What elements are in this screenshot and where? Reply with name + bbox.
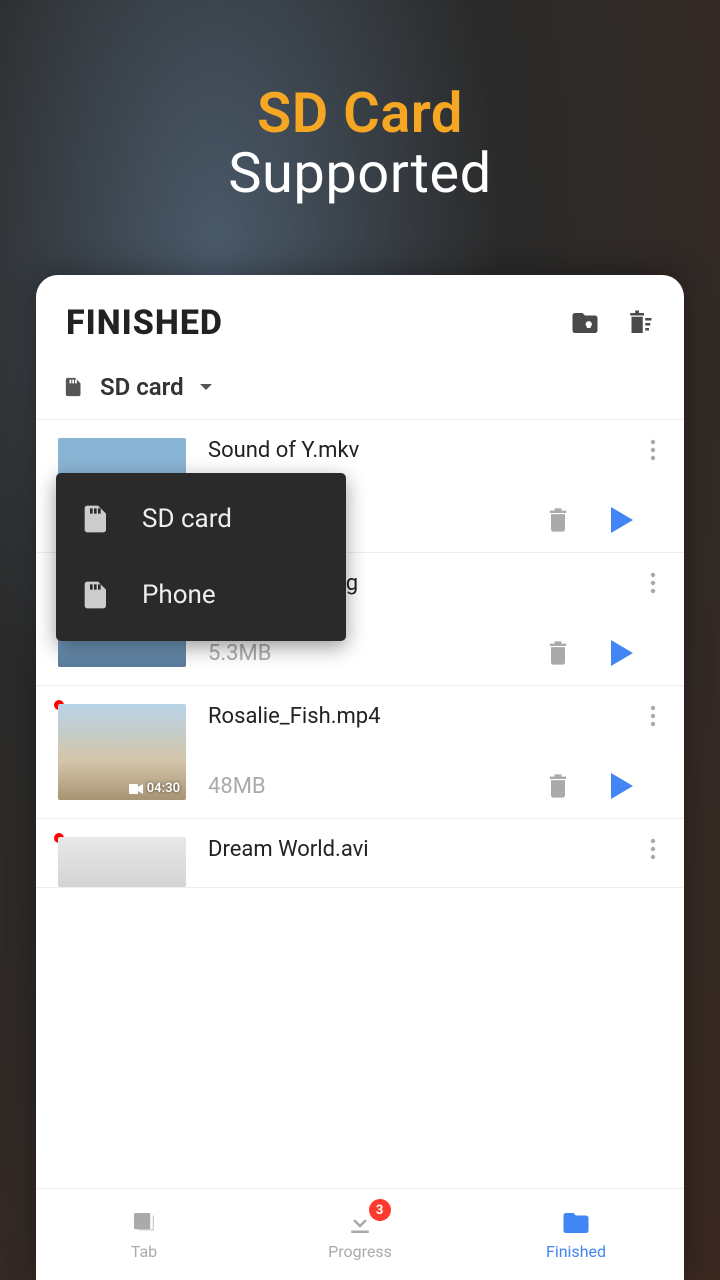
tabs-icon bbox=[129, 1208, 159, 1238]
nav-finished[interactable]: Finished bbox=[468, 1189, 684, 1280]
delete-button[interactable] bbox=[544, 639, 572, 667]
app-card: FINISHED SD card Sound of Y.mkv bbox=[36, 275, 684, 1280]
card-header: FINISHED bbox=[36, 275, 684, 361]
dropdown-item-phone[interactable]: Phone bbox=[56, 557, 346, 633]
nav-label: Progress bbox=[328, 1242, 392, 1261]
file-thumbnail[interactable]: 04:30 bbox=[58, 704, 186, 800]
list-item: Dream World.avi bbox=[36, 819, 684, 888]
nav-progress[interactable]: Progress 3 bbox=[252, 1189, 468, 1280]
play-icon bbox=[611, 507, 633, 533]
dropdown-item-sd-card[interactable]: SD card bbox=[56, 481, 346, 557]
hero-subtitle: Supported bbox=[0, 140, 720, 206]
file-name: Sound of Y.mkv bbox=[208, 438, 636, 463]
sd-card-icon bbox=[82, 501, 114, 537]
nav-label: Tab bbox=[131, 1242, 157, 1261]
hero-banner: SD Card Supported bbox=[0, 0, 720, 206]
dropdown-label: SD card bbox=[142, 504, 232, 534]
video-duration: 04:30 bbox=[147, 781, 180, 796]
filter-label: SD card bbox=[100, 373, 184, 401]
play-icon bbox=[611, 773, 633, 799]
secure-folder-button[interactable] bbox=[570, 308, 600, 338]
sd-card-icon bbox=[82, 577, 114, 613]
file-name: Dream World.avi bbox=[208, 837, 636, 862]
nav-label: Finished bbox=[546, 1242, 606, 1261]
file-size: 5.3MB bbox=[208, 641, 544, 666]
more-button[interactable] bbox=[644, 704, 662, 732]
more-button[interactable] bbox=[644, 571, 662, 599]
delete-button[interactable] bbox=[544, 772, 572, 800]
list-item: 04:30 Rosalie_Fish.mp4 48MB bbox=[36, 686, 684, 819]
play-icon bbox=[611, 640, 633, 666]
progress-badge: 3 bbox=[369, 1199, 391, 1221]
folder-icon bbox=[561, 1208, 591, 1238]
file-thumbnail[interactable] bbox=[58, 837, 186, 887]
delete-button[interactable] bbox=[544, 506, 572, 534]
play-button[interactable] bbox=[608, 639, 636, 667]
file-size: 48MB bbox=[208, 774, 544, 799]
page-title: FINISHED bbox=[66, 303, 546, 343]
hero-title: SD Card bbox=[0, 80, 720, 146]
bottom-nav: Tab Progress 3 Finished bbox=[36, 1188, 684, 1280]
chevron-down-icon bbox=[198, 381, 214, 393]
play-button[interactable] bbox=[608, 772, 636, 800]
video-icon bbox=[129, 784, 143, 794]
more-button[interactable] bbox=[644, 837, 662, 865]
sd-card-icon bbox=[64, 376, 86, 398]
play-button[interactable] bbox=[608, 506, 636, 534]
storage-filter[interactable]: SD card bbox=[36, 361, 684, 420]
dropdown-label: Phone bbox=[142, 580, 216, 610]
storage-dropdown: SD card Phone bbox=[56, 473, 346, 641]
nav-tab[interactable]: Tab bbox=[36, 1189, 252, 1280]
delete-all-button[interactable] bbox=[624, 308, 654, 338]
file-name: Rosalie_Fish.mp4 bbox=[208, 704, 636, 729]
more-button[interactable] bbox=[644, 438, 662, 466]
